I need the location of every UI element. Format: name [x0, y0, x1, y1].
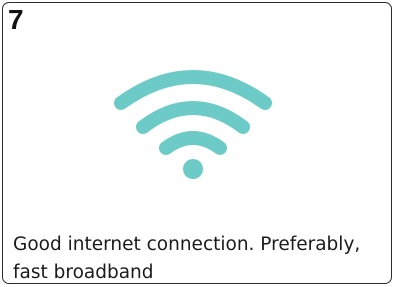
step-number: 7: [8, 4, 24, 35]
step-card: 7 Good internet connection. Preferably, …: [2, 2, 392, 284]
wifi-icon: [114, 70, 272, 179]
card-caption: Good internet connection. Preferably, fa…: [13, 234, 361, 283]
